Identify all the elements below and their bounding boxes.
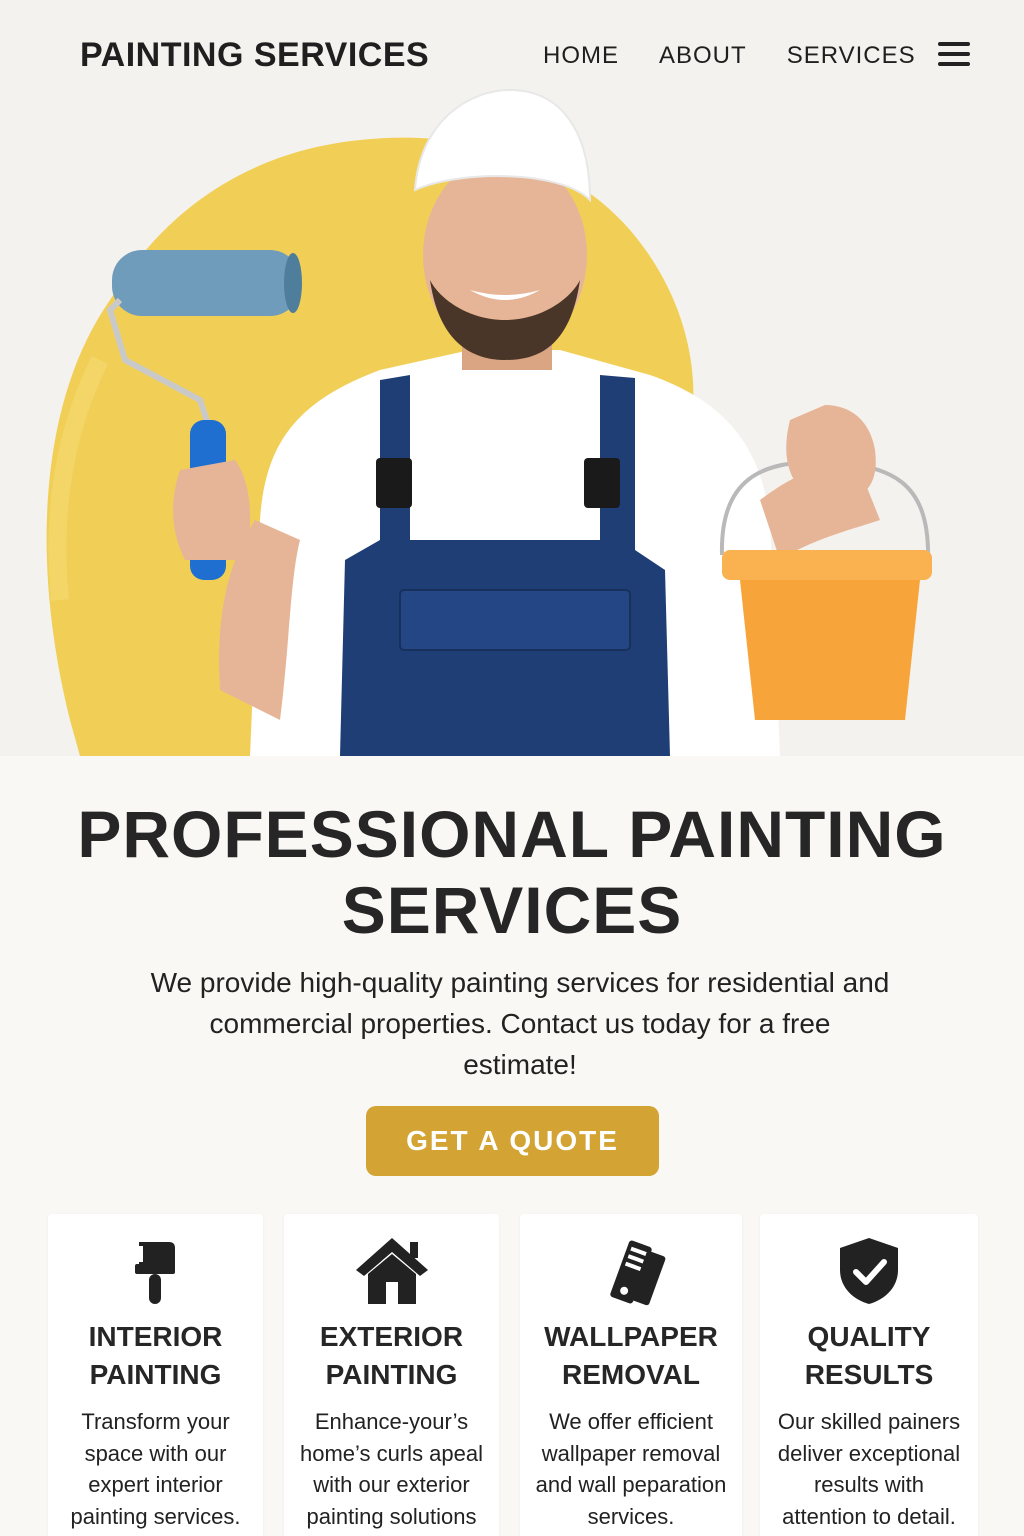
service-card-exterior[interactable]: EXTERIOR PAINTING Enhance-your’s home’s … [284, 1214, 499, 1536]
service-text-line: Our skilled painers [777, 1409, 961, 1434]
get-quote-button[interactable]: GET A QUOTE [366, 1106, 659, 1176]
service-text-line: painting services. [70, 1503, 241, 1529]
service-description: Enhance-your’s home’s curls apeal with o… [284, 1406, 499, 1532]
hero-section: PAINTING SERVICES HOME ABOUT SERVICES [0, 0, 1024, 756]
hamburger-menu-icon[interactable] [938, 42, 970, 68]
service-text-line: services. [587, 1503, 675, 1529]
service-title-line-2: PAINTING [89, 1359, 222, 1390]
service-text-line: results with [813, 1472, 925, 1497]
service-text-line: home’s curls apeal [299, 1440, 484, 1466]
top-navbar: PAINTING SERVICES HOME ABOUT SERVICES [0, 0, 1024, 110]
service-title: INTERIOR PAINTING [48, 1318, 263, 1394]
service-title-line-1: QUALITY [807, 1321, 931, 1352]
service-text-line: Enhance-your’s [314, 1409, 469, 1434]
service-text-line: Transform your [81, 1409, 230, 1434]
nav-about[interactable]: ABOUT [659, 42, 747, 70]
page-title: PROFESSIONAL PAINTING SERVICES [40, 796, 984, 948]
services-grid: INTERIOR PAINTING Transform your space w… [48, 1214, 978, 1536]
intro-line-3: estimate! [463, 1049, 577, 1080]
page-title-line-2: SERVICES [341, 873, 683, 947]
service-title-line-1: EXTERIOR [319, 1321, 464, 1352]
service-text-line: and wall peparation [535, 1472, 727, 1497]
service-title-line-1: WALLPAPER [544, 1321, 718, 1352]
shield-check-icon [760, 1236, 978, 1312]
service-text-line: wallpaper removal [541, 1440, 721, 1466]
service-text-line: We offer efficient [549, 1409, 713, 1434]
service-text-line: expert interior [88, 1472, 223, 1497]
service-description: Transform your space with our expert int… [48, 1406, 263, 1532]
service-text-line: with our exterior [313, 1472, 470, 1497]
service-card-interior[interactable]: INTERIOR PAINTING Transform your space w… [48, 1214, 263, 1536]
service-card-wallpaper[interactable]: WALLPAPER REMOVAL We offer efficient wal… [520, 1214, 742, 1536]
service-description: Our skilled painers deliver exceptional … [760, 1406, 978, 1532]
intro-line-2: commercial properties. Contact us today … [209, 1008, 831, 1039]
service-text-line: attention to detail. [782, 1503, 956, 1529]
service-title: WALLPAPER REMOVAL [520, 1318, 742, 1394]
service-title-line-2: RESULTS [804, 1359, 934, 1390]
service-title-line-2: REMOVAL [562, 1359, 700, 1390]
site-logo-text[interactable]: PAINTING SERVICES [80, 36, 429, 75]
nav-home[interactable]: HOME [543, 42, 619, 70]
nav-services[interactable]: SERVICES [787, 42, 916, 70]
service-title-line-2: PAINTING [325, 1359, 458, 1390]
service-text-line: space with our [84, 1440, 227, 1466]
service-title-line-1: INTERIOR [88, 1321, 223, 1352]
intro-text: We provide high-quality painting service… [120, 962, 920, 1085]
paint-brush-icon [48, 1236, 263, 1312]
nav-links: HOME ABOUT SERVICES [543, 42, 956, 70]
service-title: EXTERIOR PAINTING [284, 1318, 499, 1394]
service-description: We offer efficient wallpaper removal and… [520, 1406, 742, 1532]
intro-line-1: We provide high-quality painting service… [150, 967, 890, 998]
service-card-quality[interactable]: QUALITY RESULTS Our skilled painers deli… [760, 1214, 978, 1536]
service-text-line: painting solutions [306, 1503, 477, 1529]
house-icon [284, 1236, 499, 1312]
hero-image [46, 88, 932, 756]
page-title-line-1: PROFESSIONAL PAINTING [77, 797, 947, 871]
service-text-line: deliver exceptional [777, 1440, 961, 1466]
service-title: QUALITY RESULTS [760, 1318, 978, 1394]
color-swatch-icon [520, 1236, 742, 1312]
